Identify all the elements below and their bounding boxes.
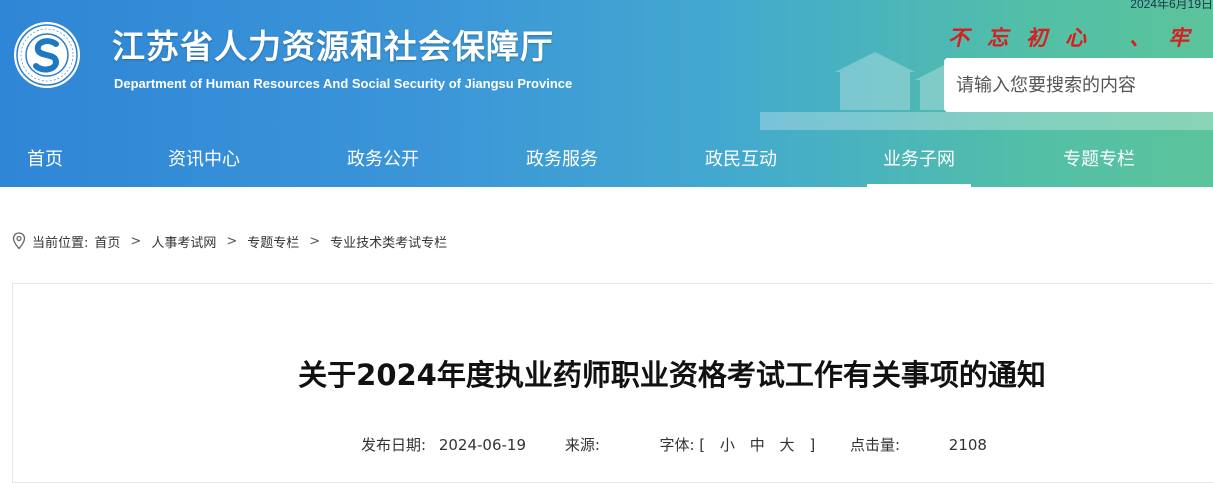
breadcrumb-professional-exam[interactable]: 专业技术类考试专栏 <box>330 232 447 251</box>
font-size-bracket-open: [ <box>699 436 706 454</box>
slogan: 不忘初心 、牢 <box>948 25 1208 50</box>
breadcrumb-separator: > <box>309 233 321 249</box>
main-nav: 首页 资讯中心 政务公开 政务服务 政民互动 业务子网 专题专栏 <box>0 132 1213 187</box>
ministry-logo <box>14 22 80 88</box>
article-title: 关于2024年度执业药师职业资格考试工作有关事项的通知 <box>298 358 1046 392</box>
breadcrumb-personnel-exam[interactable]: 人事考试网 <box>151 232 216 251</box>
views-count: 2108 <box>948 436 987 454</box>
nav-item-interaction[interactable]: 政民互动 <box>700 132 782 187</box>
site-title[interactable]: 江苏省人力资源和社会保障厅 <box>112 20 554 68</box>
publish-date-label: 发布日期: <box>361 436 427 454</box>
nav-item-special-topics[interactable]: 专题专栏 <box>1058 132 1140 187</box>
font-size-medium[interactable]: 中 <box>750 434 765 455</box>
site-header: 2024年6月19日 江苏省人力资源和社会保障厅 Department of H… <box>0 0 1213 187</box>
breadcrumb-prefix: 当前位置: <box>32 235 89 251</box>
breadcrumb-home[interactable]: 首页 <box>94 232 120 251</box>
publish-date: 2024-06-19 <box>438 436 527 454</box>
nav-item-business-subnet[interactable]: 业务子网 <box>867 132 971 187</box>
font-size-bracket-close: ] <box>809 436 816 454</box>
nav-item-gov-affairs[interactable]: 政务公开 <box>342 132 424 187</box>
current-date: 2024年6月19日 <box>1130 0 1213 11</box>
font-size-label: 字体: <box>659 436 695 454</box>
article-meta: 发布日期: 2024-06-19 来源: 字体: [ 小 中 大 ] 点击量: … <box>361 434 987 455</box>
search-input[interactable] <box>944 58 1213 112</box>
views-label: 点击量: <box>849 436 901 454</box>
breadcrumb-special-topics[interactable]: 专题专栏 <box>247 232 299 251</box>
site-subtitle: Department of Human Resources And Social… <box>114 76 573 91</box>
breadcrumb: 当前位置: 首页 > 人事考试网 > 专题专栏 > 专业技术类考试专栏 <box>12 230 447 252</box>
breadcrumb-separator: > <box>130 233 142 249</box>
nav-item-home[interactable]: 首页 <box>24 132 66 187</box>
nav-item-gov-services[interactable]: 政务服务 <box>521 132 603 187</box>
location-pin-icon <box>12 232 26 250</box>
font-size-small[interactable]: 小 <box>720 434 735 455</box>
breadcrumb-separator: > <box>226 233 238 249</box>
font-size-large[interactable]: 大 <box>780 434 795 455</box>
source-label: 来源: <box>564 436 600 454</box>
nav-item-news[interactable]: 资讯中心 <box>163 132 245 187</box>
